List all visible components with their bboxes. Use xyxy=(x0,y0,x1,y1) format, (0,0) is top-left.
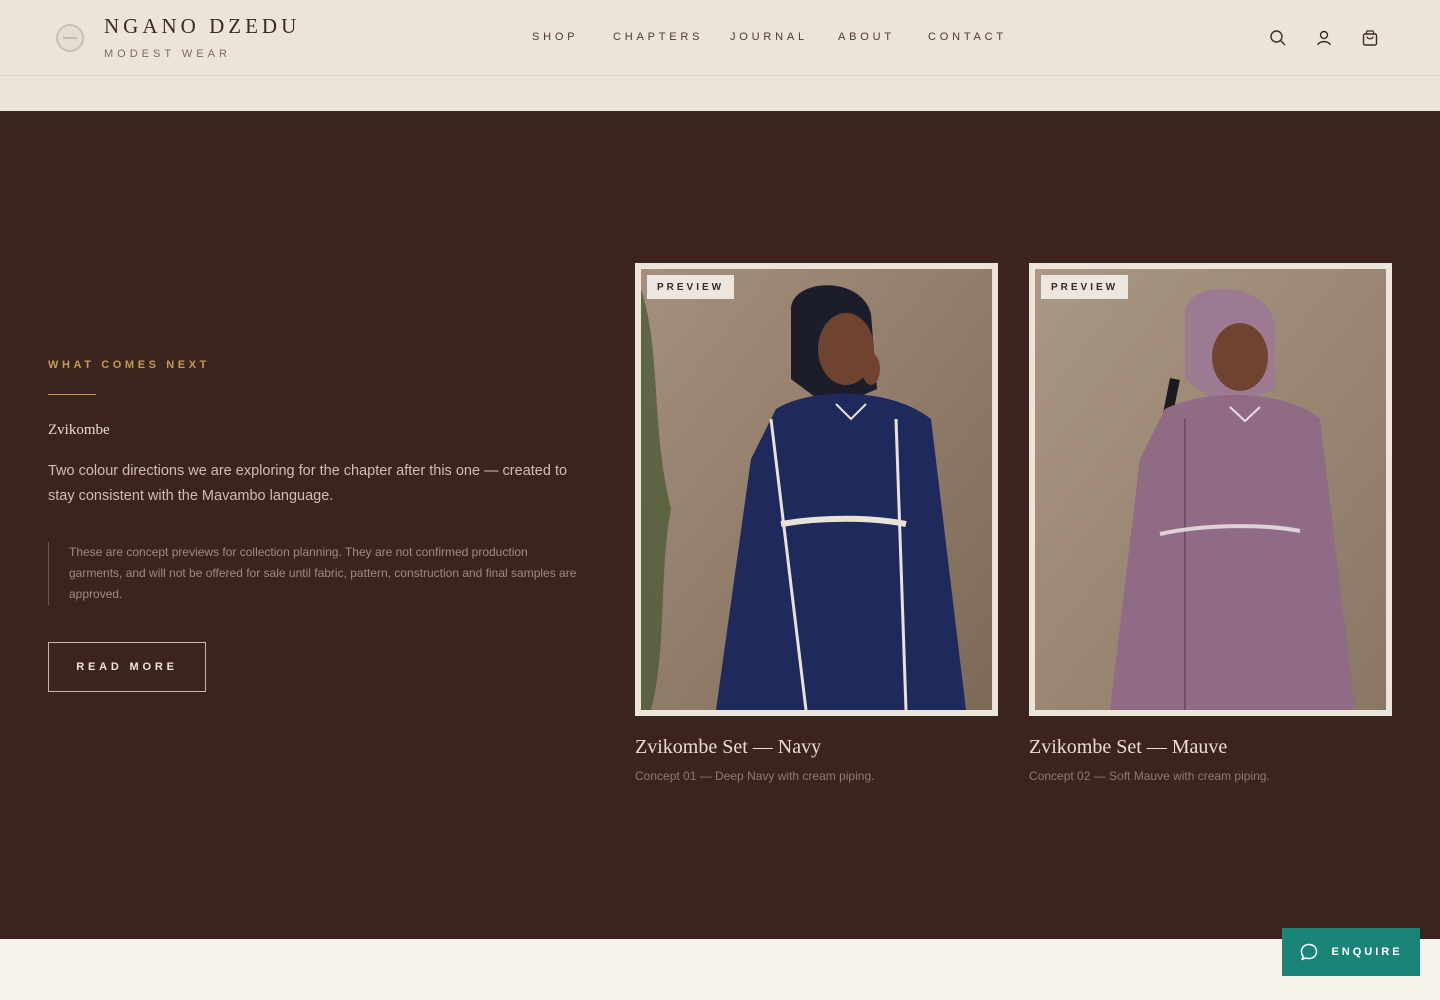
brand-name[interactable]: NGANO DZEDU xyxy=(104,14,300,39)
product-image[interactable]: PREVIEW xyxy=(635,263,998,716)
nav-shop[interactable]: SHOP xyxy=(532,31,578,43)
section-eyebrow: WHAT COMES NEXT xyxy=(48,359,210,371)
nav-about[interactable]: ABOUT xyxy=(838,31,895,43)
footer-band xyxy=(0,939,1440,1000)
preview-badge: PREVIEW xyxy=(647,275,735,299)
product-photo-navy xyxy=(641,269,992,710)
product-title[interactable]: Zvikombe Set — Mauve xyxy=(1029,736,1392,759)
product-card[interactable]: PREVIEW Zvikombe Set — Navy Concept 01 —… xyxy=(635,263,998,783)
shopping-bag-icon[interactable] xyxy=(1361,29,1379,47)
header-band xyxy=(0,76,1440,111)
nav-contact[interactable]: CONTACT xyxy=(928,31,1007,43)
chat-bubble-icon xyxy=(1301,943,1318,961)
nav-chapters[interactable]: CHAPTERS xyxy=(613,31,703,43)
product-image[interactable]: PREVIEW xyxy=(1029,263,1392,716)
preview-badge: PREVIEW xyxy=(1041,275,1129,299)
what-comes-next-section: WHAT COMES NEXT Zvikombe Two colour dire… xyxy=(0,111,1440,939)
product-subtitle: Concept 02 — Soft Mauve with cream pipin… xyxy=(1029,769,1270,783)
section-lead: Two colour directions we are exploring f… xyxy=(48,463,568,504)
brand-tagline: MODEST WEAR xyxy=(104,48,231,60)
product-title[interactable]: Zvikombe Set — Navy xyxy=(635,736,998,759)
eyebrow-divider xyxy=(48,394,96,395)
logo-emblem[interactable] xyxy=(56,24,84,52)
read-more-button[interactable]: READ MORE xyxy=(48,642,206,692)
enquire-button[interactable]: ENQUIRE xyxy=(1282,928,1420,976)
product-card[interactable]: PREVIEW Zvikombe Set — Mauve Concept 02 … xyxy=(1029,263,1392,783)
search-icon[interactable] xyxy=(1269,29,1287,47)
user-icon[interactable] xyxy=(1315,29,1333,47)
enquire-label: ENQUIRE xyxy=(1331,946,1403,958)
product-subtitle: Concept 01 — Deep Navy with cream piping… xyxy=(635,769,875,783)
concept-disclaimer: These are concept previews for collectio… xyxy=(48,542,578,605)
site-header: NGANO DZEDU MODEST WEAR SHOP CHAPTERS JO… xyxy=(0,0,1440,76)
chapter-name: Zvikombe xyxy=(48,422,110,438)
nav-journal[interactable]: JOURNAL xyxy=(730,31,808,43)
product-photo-mauve xyxy=(1035,269,1386,710)
